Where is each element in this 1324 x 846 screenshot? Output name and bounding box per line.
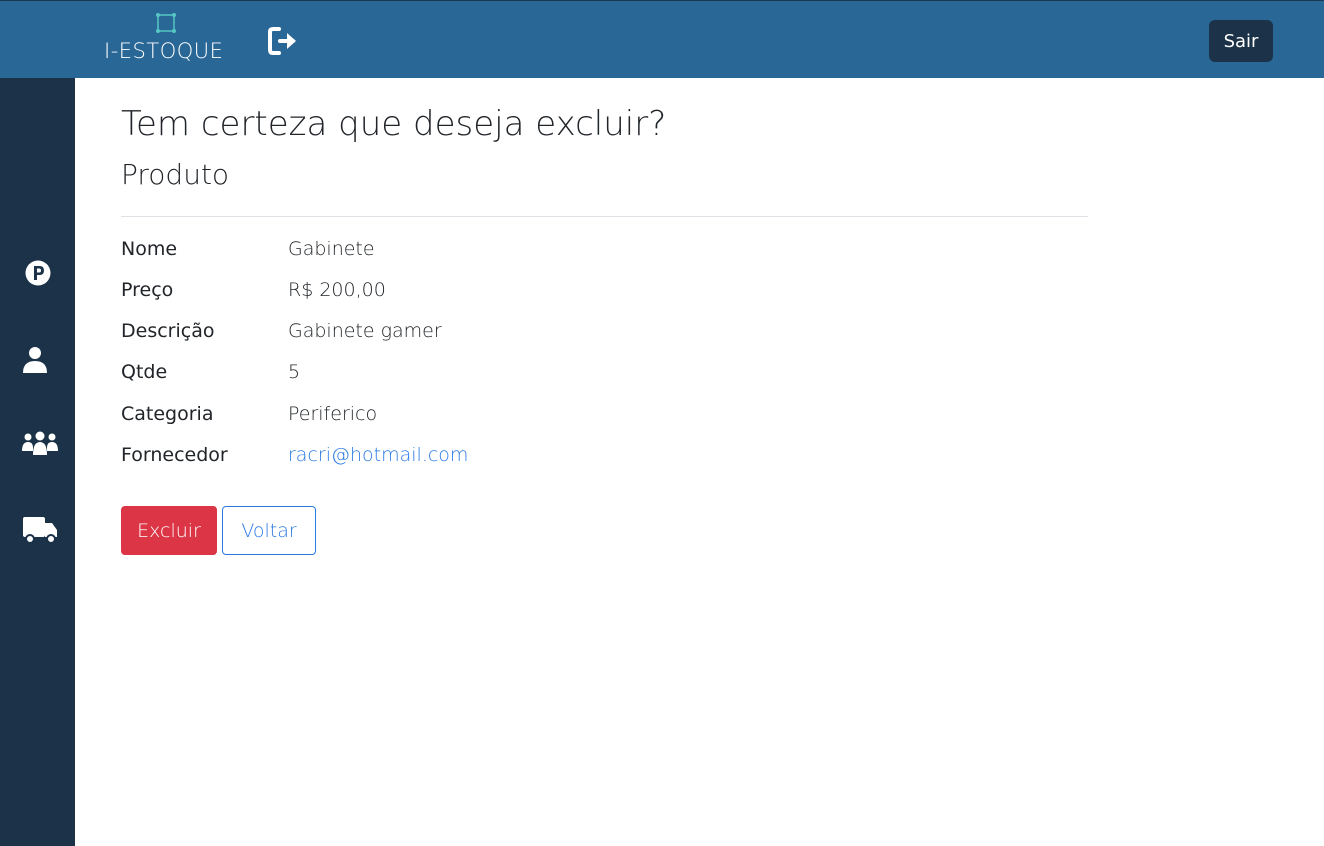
page-subtitle: Produto <box>121 158 230 191</box>
excluir-button[interactable]: Excluir <box>121 506 217 555</box>
sign-out-icon[interactable] <box>267 25 303 57</box>
logo-text: I-ESTOQUE <box>104 39 224 63</box>
detail-row-descricao: Descrição Gabinete gamer <box>121 320 721 350</box>
detail-value: Gabinete <box>288 238 375 260</box>
detail-value: Gabinete gamer <box>288 320 442 342</box>
sidebar-item-clientes[interactable] <box>20 426 58 462</box>
top-navbar: I-ESTOQUE Sair <box>0 0 1324 78</box>
divider <box>121 216 1088 217</box>
fornecedor-email-link[interactable]: racri@hotmail.com <box>288 444 468 466</box>
detail-row-categoria: Categoria Periferico <box>121 403 721 433</box>
sair-button[interactable]: Sair <box>1209 20 1273 62</box>
detail-row-fornecedor: Fornecedor racri@hotmail.com <box>121 444 721 474</box>
detail-value-cell: racri@hotmail.com <box>288 444 468 466</box>
detail-row-nome: Nome Gabinete <box>121 238 721 268</box>
detail-label: Fornecedor <box>121 444 228 466</box>
product-p-icon <box>25 260 51 286</box>
user-icon <box>23 347 47 373</box>
detail-label: Qtde <box>121 361 168 383</box>
page-title: Tem certeza que deseja excluir? <box>121 104 667 144</box>
detail-label: Nome <box>121 238 178 260</box>
detail-label: Descrição <box>121 320 215 342</box>
logo-mark-icon <box>156 13 176 33</box>
sidebar <box>0 78 75 846</box>
detail-value: 5 <box>288 361 301 383</box>
detail-value: Periferico <box>288 403 378 425</box>
users-group-icon <box>22 431 58 455</box>
truck-icon <box>23 517 57 544</box>
detail-row-preco: Preço R$ 200,00 <box>121 279 721 309</box>
sidebar-item-usuario[interactable] <box>20 342 56 378</box>
detail-row-qtde: Qtde 5 <box>121 361 721 391</box>
detail-label: Preço <box>121 279 174 301</box>
sidebar-item-fornecedores[interactable] <box>20 511 57 547</box>
sidebar-item-produtos[interactable] <box>20 255 56 291</box>
brand-logo[interactable]: I-ESTOQUE <box>104 9 224 65</box>
detail-value: R$ 200,00 <box>288 279 386 301</box>
voltar-button[interactable]: Voltar <box>222 506 316 555</box>
detail-label: Categoria <box>121 403 214 425</box>
